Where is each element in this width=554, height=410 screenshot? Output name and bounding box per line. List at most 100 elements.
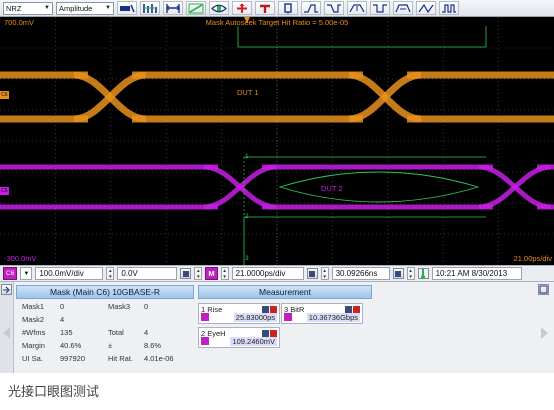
jitter-icon xyxy=(395,3,411,12)
delete-icon[interactable] xyxy=(270,306,277,313)
mask2-value: 4 xyxy=(60,315,65,324)
results-panel: Mask (Main C6) 10GBASE-R Mask1 0 Mask3 0… xyxy=(0,282,554,373)
stats-icon[interactable] xyxy=(345,306,352,313)
mask-edit-icon xyxy=(120,4,135,12)
right-sidebar xyxy=(534,282,554,373)
zoom-icon xyxy=(188,3,204,13)
chevron-down-icon: ▼ xyxy=(105,5,111,11)
bitrate-measurement[interactable]: 3 BitR 10.36736Gbps xyxy=(281,303,363,324)
scope-application: NRZ ▼ Amplitude ▼ Mask Autoseek Target Hit… xyxy=(0,0,554,410)
eye-height-measurement[interactable]: 2 EyeH 109.2460mV xyxy=(198,327,280,348)
average-icon xyxy=(260,4,270,13)
channel-color-chip xyxy=(284,313,292,321)
mode-select-value: Amplitude xyxy=(59,3,93,13)
mask-marker-3: 3 xyxy=(245,255,249,262)
jitter-button[interactable] xyxy=(393,1,413,15)
time-position-spinner[interactable]: ▲ ▼ xyxy=(406,267,415,280)
average-button[interactable] xyxy=(255,1,275,15)
time-scale-field[interactable]: 21.0000ps/div xyxy=(231,267,304,280)
eye-mask-icon xyxy=(211,4,227,12)
fall-measure-button[interactable] xyxy=(324,1,344,15)
keypad-icon[interactable] xyxy=(306,268,318,279)
rise-measurement[interactable]: 1 Rise 25.83000ps xyxy=(198,303,280,324)
scroll-right-icon[interactable] xyxy=(540,326,549,340)
time-position-field[interactable]: 30.09266ns xyxy=(331,267,390,280)
tolerance-value: 8.6% xyxy=(144,341,162,350)
bitrate-button[interactable] xyxy=(439,1,459,15)
ui-samples-label: UI Sa. xyxy=(22,354,43,363)
zoom-button[interactable] xyxy=(186,1,206,15)
delete-icon[interactable] xyxy=(353,306,360,313)
rise-measure-button[interactable] xyxy=(301,1,321,15)
chevron-down-icon: ▼ xyxy=(44,5,50,11)
format-select-value: NRZ xyxy=(6,3,22,13)
autoscale-icon xyxy=(237,3,247,13)
offset-field[interactable]: 0.0V xyxy=(117,267,178,280)
hit-ratio-label: Hit Rat. xyxy=(108,354,134,363)
lower-channel-marker[interactable]: C6 xyxy=(0,187,9,195)
marker-icon xyxy=(284,2,292,14)
timestamp-display: 10:21 AM 8/30/2013 xyxy=(431,267,522,280)
crossing-button[interactable] xyxy=(416,1,436,15)
chevron-down-icon: ▼ xyxy=(23,270,30,277)
delete-icon[interactable] xyxy=(270,330,277,337)
wfms-label: #Wfms xyxy=(22,328,46,337)
mode-select[interactable]: Amplitude ▼ xyxy=(56,1,114,15)
mask-lower-region xyxy=(243,216,486,265)
mask1-value: 0 xyxy=(60,302,65,311)
cursor-button[interactable] xyxy=(163,1,183,15)
dut1-label: DUT 1 xyxy=(237,88,259,97)
format-select[interactable]: NRZ ▼ xyxy=(3,1,53,15)
histogram-button[interactable] xyxy=(140,1,160,15)
channel-button[interactable]: C6 xyxy=(3,267,18,280)
time-scale-spinner[interactable]: ▲ ▼ xyxy=(320,267,329,280)
stats-icon[interactable] xyxy=(262,306,269,313)
top-scale-label: 700.0mV xyxy=(4,18,35,27)
mask-status-text: Mask Autoseek Target Hit Ratio = 5.00e-0… xyxy=(205,18,349,27)
total-value: 4 xyxy=(144,328,149,337)
eye-width-button[interactable] xyxy=(370,1,390,15)
eye-height-button[interactable] xyxy=(347,1,367,15)
toolbar: NRZ ▼ Amplitude ▼ xyxy=(0,0,554,17)
channel-dropdown[interactable]: ▼ xyxy=(20,267,33,280)
mask-marker-2: 2 xyxy=(245,213,249,220)
mask2-label: Mask2 xyxy=(22,315,45,324)
vertical-scale-field[interactable]: 100.0mV/div xyxy=(35,267,104,280)
mask-edit-button[interactable] xyxy=(117,1,137,15)
export-icon[interactable] xyxy=(1,284,12,295)
fall-measure-icon xyxy=(327,3,341,13)
scope-display[interactable]: Mask Autoseek Target Hit Ratio = 5.00e-0… xyxy=(0,17,554,265)
figure-caption: 光接口眼图测试 xyxy=(8,385,100,400)
stats-icon[interactable] xyxy=(262,330,269,337)
vertical-scale-spinner[interactable]: ▲ ▼ xyxy=(106,267,115,280)
marker-button[interactable] xyxy=(278,1,298,15)
bitrate-icon xyxy=(442,3,456,13)
eye-diagram-display xyxy=(0,17,554,265)
offset-spinner[interactable]: ▲ ▼ xyxy=(194,267,203,280)
channel-color-chip xyxy=(201,337,209,345)
crossing-icon xyxy=(418,3,434,13)
mask-panel-title[interactable]: Mask (Main C6) 10GBASE-R xyxy=(16,285,194,299)
measurement-panel-title[interactable]: Measurement xyxy=(198,285,372,299)
eye-mask-button[interactable] xyxy=(209,1,229,15)
time-scale-label: 21.00ps/div xyxy=(513,254,552,263)
autoscale-button[interactable] xyxy=(232,1,252,15)
upper-channel-marker[interactable]: C6 xyxy=(0,91,9,99)
cursor-icon xyxy=(166,3,180,13)
mask-marker-1: 1 xyxy=(245,153,249,160)
keypad-icon[interactable] xyxy=(180,268,192,279)
channel-color-chip xyxy=(201,313,209,321)
window-restore-icon[interactable] xyxy=(538,284,549,295)
scroll-left-icon[interactable] xyxy=(2,326,11,340)
temperature-icon[interactable] xyxy=(417,268,429,279)
eye-trace-segment xyxy=(203,164,277,210)
rise-value: 25.83000ps xyxy=(233,313,277,322)
eye-height-icon xyxy=(349,3,365,12)
keypad-icon[interactable] xyxy=(392,268,404,279)
eye-trace-segment xyxy=(73,71,147,123)
mask3-value: 0 xyxy=(144,302,149,311)
left-sidebar xyxy=(0,282,14,373)
math-spinner[interactable]: ▲ ▼ xyxy=(220,267,229,280)
math-button[interactable]: M xyxy=(205,267,218,280)
scale-bar: C6 ▼ 100.0mV/div ▲ ▼ 0.0V ▲ ▼ M ▲ ▼ 21.0000… xyxy=(0,265,554,282)
